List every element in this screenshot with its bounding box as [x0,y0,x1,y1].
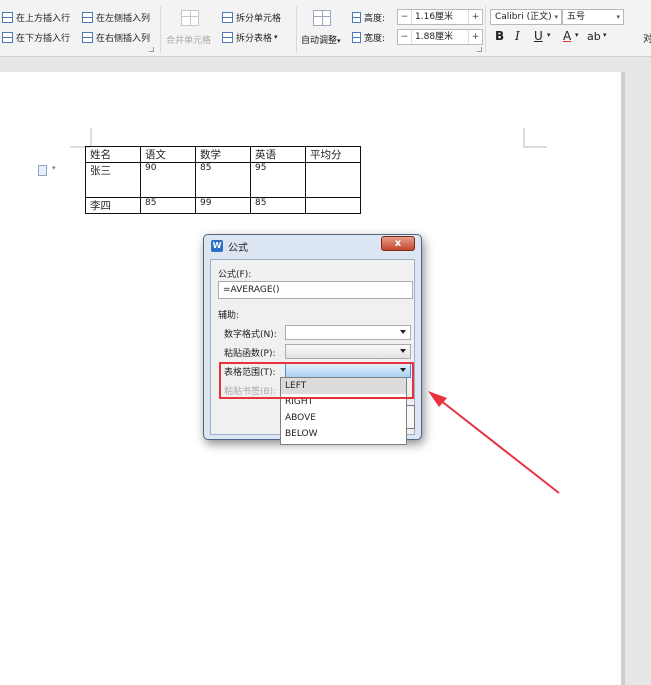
annotation-arrow-icon [428,391,560,494]
